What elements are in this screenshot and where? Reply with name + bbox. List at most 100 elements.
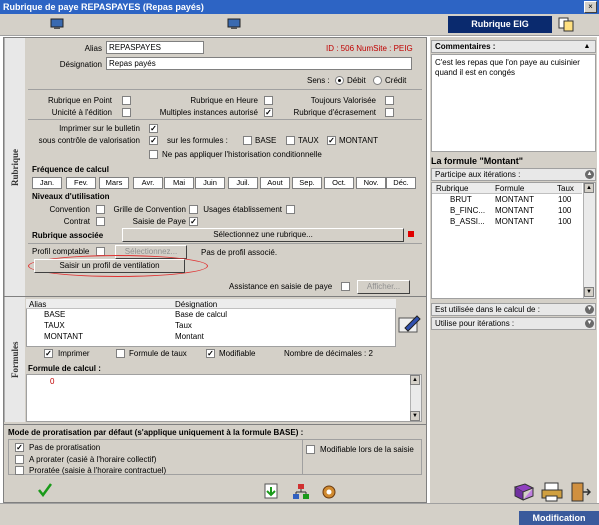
- settings-gear-icon[interactable]: [320, 483, 338, 501]
- formule-alias-cell[interactable]: MONTANT: [44, 332, 83, 343]
- saisie-paye-checkbox[interactable]: ✓: [189, 217, 198, 226]
- niveaux-title: Niveaux d'utilisation: [32, 192, 110, 201]
- validate-check-icon[interactable]: [38, 483, 53, 498]
- imprimer-checkbox[interactable]: ✓: [44, 349, 53, 358]
- select-rubrique-button[interactable]: Sélectionnez une rubrique...: [122, 228, 404, 242]
- collapse-participe-icon[interactable]: ▲: [585, 170, 594, 179]
- sous-controle-checkbox[interactable]: ✓: [149, 136, 158, 145]
- formule-taux-checkbox[interactable]: [116, 349, 125, 358]
- toujours-valorisee-checkbox[interactable]: [385, 96, 394, 105]
- month-toggle[interactable]: Aout: [260, 177, 290, 189]
- iteration-formule-cell[interactable]: MONTANT: [495, 206, 534, 217]
- no-historisation-checkbox[interactable]: [149, 150, 158, 159]
- iteration-taux-cell[interactable]: 100: [558, 206, 571, 217]
- scroll-down-icon[interactable]: ▼: [410, 411, 420, 421]
- month-toggle[interactable]: Juil.: [228, 177, 258, 189]
- designation-input[interactable]: Repas payés: [106, 57, 412, 70]
- month-toggle[interactable]: Sep.: [292, 177, 322, 189]
- formule-alias-cell[interactable]: BASE: [44, 310, 65, 321]
- unicite-checkbox[interactable]: [122, 108, 131, 117]
- month-toggle[interactable]: Juin: [195, 177, 225, 189]
- formule-designation-cell[interactable]: Taux: [175, 321, 192, 332]
- usages-etablissement-checkbox[interactable]: [286, 205, 295, 214]
- month-toggle[interactable]: Avr.: [133, 177, 163, 189]
- alias-input[interactable]: REPASPAYES: [106, 41, 204, 54]
- proratee-checkbox[interactable]: [15, 466, 24, 475]
- formule-designation-cell[interactable]: Montant: [175, 332, 204, 343]
- iteration-rubrique-cell[interactable]: B_FINC...: [450, 206, 485, 217]
- scroll-up-icon[interactable]: ▲: [410, 375, 420, 385]
- formule-alias-cell[interactable]: TAUX: [44, 321, 65, 332]
- contrat-checkbox[interactable]: [96, 217, 105, 226]
- base-formula-label: BASE: [255, 136, 277, 145]
- sous-controle-label: sous contrôle de valorisation: [38, 136, 140, 145]
- iteration-formule-cell[interactable]: MONTANT: [495, 217, 534, 228]
- formule-calcul-editor[interactable]: [26, 374, 422, 422]
- commentaires-textarea[interactable]: C'est les repas que l'on paye au cuisini…: [431, 54, 596, 152]
- modifiable-checkbox[interactable]: ✓: [206, 349, 215, 358]
- month-toggle[interactable]: Oct.: [324, 177, 354, 189]
- saisir-profil-ventilation-button[interactable]: Saisir un profil de ventilation: [34, 259, 185, 273]
- taux-formula-checkbox[interactable]: [286, 136, 295, 145]
- divider: [302, 440, 303, 474]
- formule-designation-cell[interactable]: Base de calcul: [175, 310, 227, 321]
- month-toggle[interactable]: Mars: [99, 177, 129, 189]
- base-formula-checkbox[interactable]: [243, 136, 252, 145]
- copy-icon[interactable]: [557, 16, 575, 33]
- rubrique-en-point-checkbox[interactable]: [122, 96, 131, 105]
- month-toggle[interactable]: Déc.: [386, 177, 416, 189]
- sens-label: Sens :: [307, 76, 330, 85]
- rubrique-ecrasement-checkbox[interactable]: [385, 108, 394, 117]
- montant-formula-checkbox[interactable]: ✓: [327, 136, 336, 145]
- toujours-valorisee-label: Toujours Valorisée: [310, 96, 376, 105]
- clear-rubrique-icon[interactable]: [408, 231, 414, 237]
- col-rubrique: Rubrique: [436, 184, 469, 193]
- iteration-formule-cell[interactable]: MONTANT: [495, 195, 534, 206]
- modifiable-saisie-checkbox[interactable]: [306, 445, 315, 454]
- assistance-checkbox[interactable]: [341, 282, 350, 291]
- edit-formula-icon[interactable]: [397, 312, 421, 336]
- iteration-rubrique-cell[interactable]: B_ASSI...: [450, 217, 485, 228]
- import-icon[interactable]: [262, 483, 280, 501]
- grille-convention-checkbox[interactable]: [189, 205, 198, 214]
- monitor-icon[interactable]: [50, 18, 64, 30]
- book-icon[interactable]: [513, 482, 535, 502]
- multiples-instances-label: Multiples instances autorisé: [159, 108, 258, 117]
- iteration-taux-cell[interactable]: 100: [558, 217, 571, 228]
- a-prorater-checkbox[interactable]: [15, 455, 24, 464]
- scroll-down-icon[interactable]: ▼: [584, 287, 594, 297]
- afficher-button[interactable]: Afficher...: [357, 280, 410, 294]
- month-toggle[interactable]: Jan.: [32, 177, 62, 189]
- expand-utilise-icon[interactable]: ▼: [585, 319, 594, 328]
- iterations-scrollbar[interactable]: [583, 183, 595, 298]
- print-icon[interactable]: [541, 482, 563, 502]
- debit-label: Débit: [347, 76, 366, 85]
- pas-proratisation-checkbox[interactable]: ✓: [15, 443, 24, 452]
- exit-door-icon[interactable]: [569, 482, 592, 502]
- rubrique-side-tab[interactable]: Rubrique: [4, 38, 25, 296]
- utilise-iterations-header[interactable]: Utilise pour itérations :: [431, 317, 596, 330]
- iteration-rubrique-cell[interactable]: BRUT: [450, 195, 472, 206]
- expand-utilisee-icon[interactable]: ▼: [585, 305, 594, 314]
- month-toggle[interactable]: Nov.: [356, 177, 386, 189]
- designation-label: Désignation: [59, 60, 102, 69]
- close-button[interactable]: ×: [584, 1, 597, 13]
- month-toggle[interactable]: Fev.: [66, 177, 96, 189]
- convention-checkbox[interactable]: [96, 205, 105, 214]
- rubrique-en-heure-checkbox[interactable]: [264, 96, 273, 105]
- collapse-commentaires-icon[interactable]: ▲: [582, 42, 592, 52]
- rubrique-eig-button[interactable]: Rubrique EIG: [448, 16, 552, 33]
- formules-side-tab[interactable]: Formules: [4, 297, 25, 422]
- utilisee-calcul-header[interactable]: Est utilisée dans le calcul de :: [431, 303, 596, 316]
- debit-radio[interactable]: [335, 76, 344, 85]
- montant-formula-label: MONTANT: [339, 136, 378, 145]
- iteration-taux-cell[interactable]: 100: [558, 195, 571, 206]
- usages-etablissement-label: Usages établissement: [203, 205, 282, 214]
- imprimer-bulletin-checkbox[interactable]: ✓: [149, 124, 158, 133]
- credit-radio[interactable]: [373, 76, 382, 85]
- scroll-up-icon[interactable]: ▲: [584, 183, 594, 193]
- multiples-instances-checkbox[interactable]: ✓: [264, 108, 273, 117]
- screen-icon[interactable]: [227, 18, 241, 30]
- hierarchy-icon[interactable]: [292, 483, 310, 501]
- month-toggle[interactable]: Mai: [164, 177, 194, 189]
